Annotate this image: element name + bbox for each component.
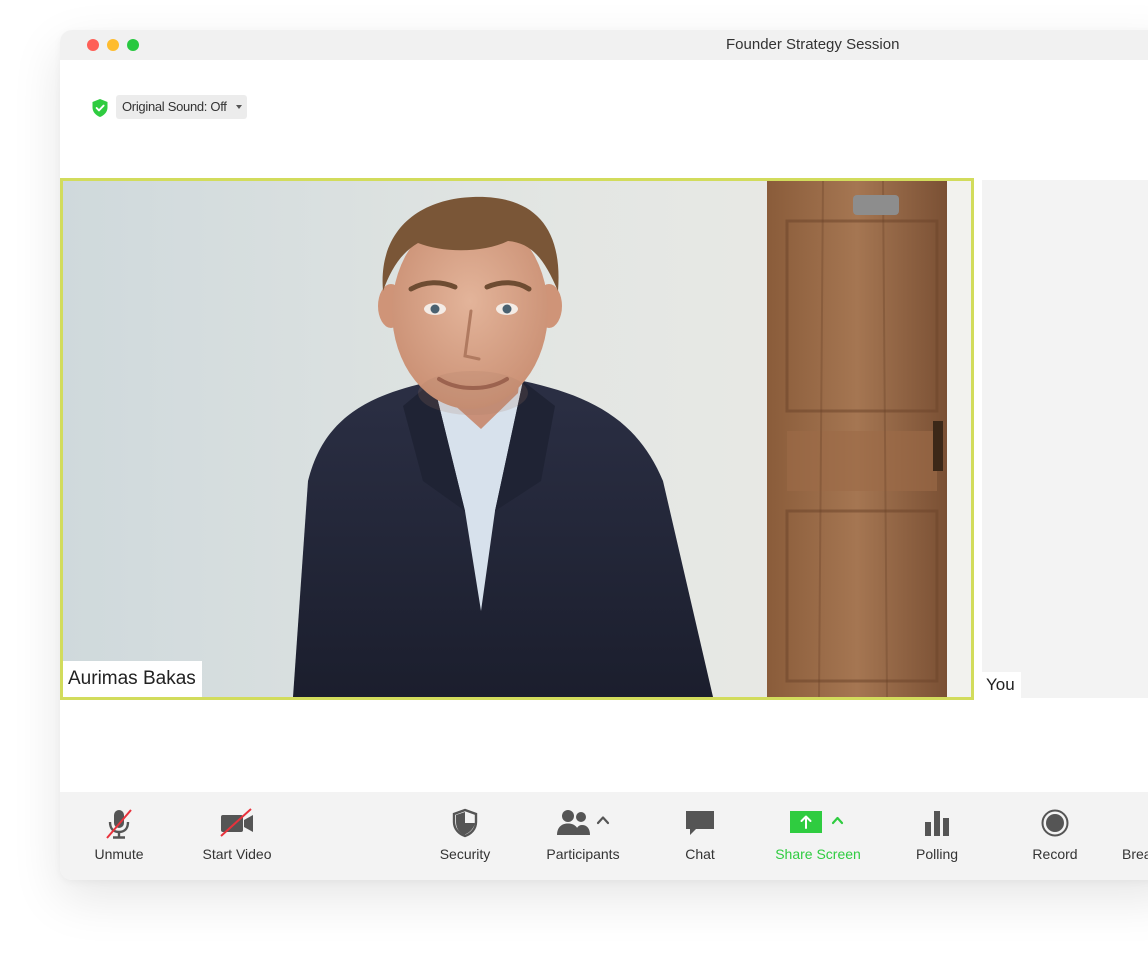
- shield-icon: [452, 808, 478, 838]
- chevron-down-icon: [235, 105, 242, 109]
- share-screen-label: Share Screen: [775, 846, 861, 862]
- record-label: Record: [1032, 846, 1078, 862]
- title-bar: Founder Strategy Session: [60, 30, 1148, 60]
- encryption-shield-icon: [92, 99, 108, 117]
- security-button[interactable]: Security: [425, 792, 505, 880]
- security-label: Security: [439, 846, 491, 862]
- polling-label: Polling: [915, 846, 959, 862]
- meeting-toolbar: Unmute Start Video Security Participants…: [60, 792, 1148, 880]
- active-speaker-name: Aurimas Bakas: [63, 661, 202, 697]
- window-title: Founder Strategy Session: [726, 36, 900, 53]
- breakout-rooms-button[interactable]: Brea: [1122, 792, 1148, 880]
- chat-bubble-icon: [686, 811, 714, 835]
- minimize-window-button[interactable]: [107, 39, 119, 51]
- share-screen-button[interactable]: Share Screen: [772, 792, 864, 880]
- record-icon: [1041, 809, 1069, 837]
- people-icon: [557, 810, 610, 835]
- active-speaker-video[interactable]: Aurimas Bakas: [60, 178, 974, 700]
- record-button[interactable]: Record: [1020, 792, 1090, 880]
- participants-button[interactable]: Participants: [540, 792, 626, 880]
- meeting-window: Founder Strategy Session Original Sound:…: [60, 30, 1148, 880]
- breakout-rooms-label: Brea: [1122, 846, 1148, 862]
- original-sound-label: Original Sound: Off: [122, 99, 227, 114]
- maximize-window-button[interactable]: [127, 39, 139, 51]
- participants-label: Participants: [546, 846, 620, 862]
- speaker-video-frame: [63, 181, 971, 697]
- unmute-label: Unmute: [94, 846, 144, 862]
- unmute-button[interactable]: Unmute: [80, 792, 158, 880]
- share-screen-icon: [790, 811, 844, 833]
- self-name-label: You: [982, 672, 1021, 698]
- chat-button[interactable]: Chat: [670, 792, 730, 880]
- mic-muted-icon: [106, 809, 132, 839]
- self-video-tile[interactable]: You: [982, 180, 1148, 698]
- polling-button[interactable]: Polling: [900, 792, 974, 880]
- start-video-button[interactable]: Start Video: [188, 792, 286, 880]
- start-video-label: Start Video: [202, 846, 272, 862]
- chat-label: Chat: [685, 846, 715, 862]
- camera-off-icon: [220, 808, 253, 837]
- close-window-button[interactable]: [87, 39, 99, 51]
- bar-chart-icon: [925, 811, 949, 836]
- original-sound-toggle[interactable]: Original Sound: Off: [116, 95, 247, 119]
